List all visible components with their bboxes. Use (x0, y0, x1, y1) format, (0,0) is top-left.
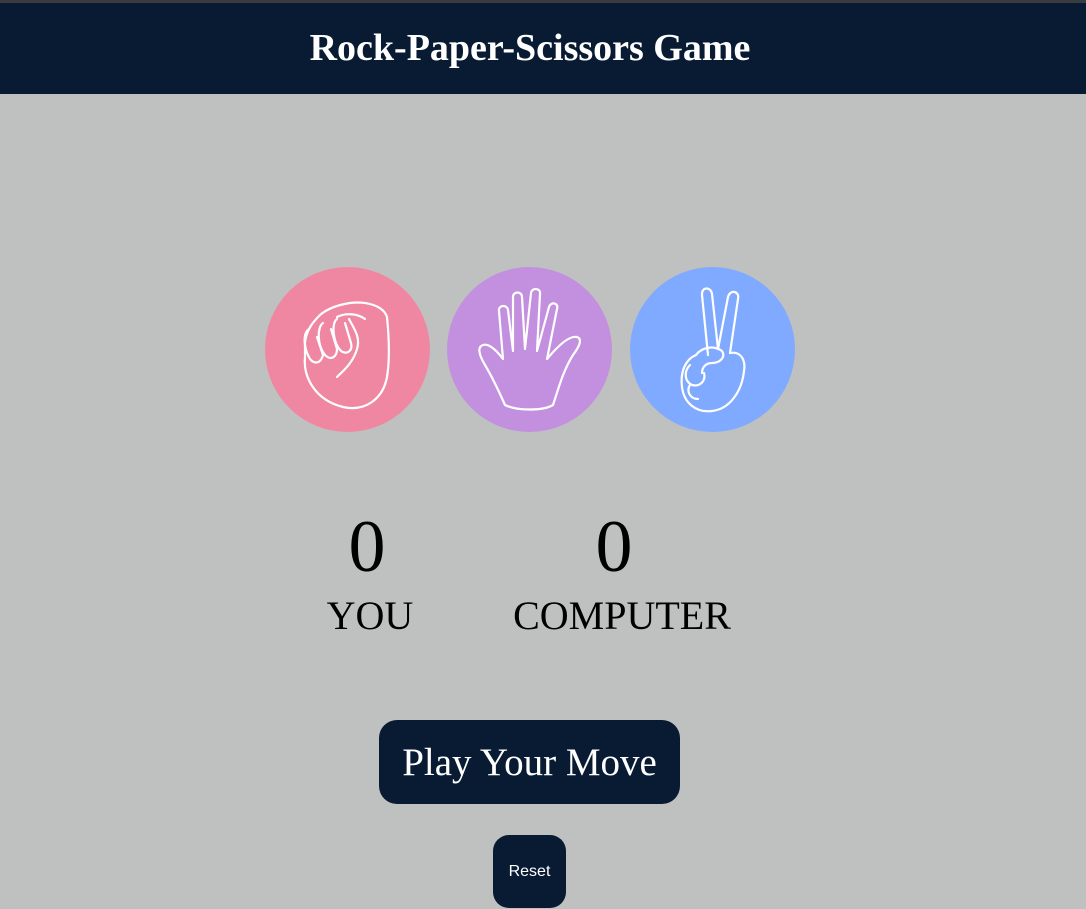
rock-fist-icon (303, 301, 390, 410)
paper-hand-icon (478, 287, 582, 411)
play-your-move-message[interactable]: Play Your Move (379, 720, 680, 804)
reset-button[interactable]: Reset (493, 835, 566, 908)
computer-score: 0 (595, 506, 633, 588)
user-label: YOU (326, 593, 414, 638)
rock-choice[interactable] (265, 267, 430, 432)
user-score: 0 (348, 506, 386, 588)
page-title: Rock-Paper-Scissors Game (309, 26, 751, 69)
computer-label: COMPUTER (513, 593, 731, 638)
scissors-choice[interactable] (630, 267, 795, 432)
scissors-hand-icon (680, 287, 746, 413)
paper-choice[interactable] (447, 267, 612, 432)
page-header: Rock-Paper-Scissors Game (0, 3, 1086, 94)
